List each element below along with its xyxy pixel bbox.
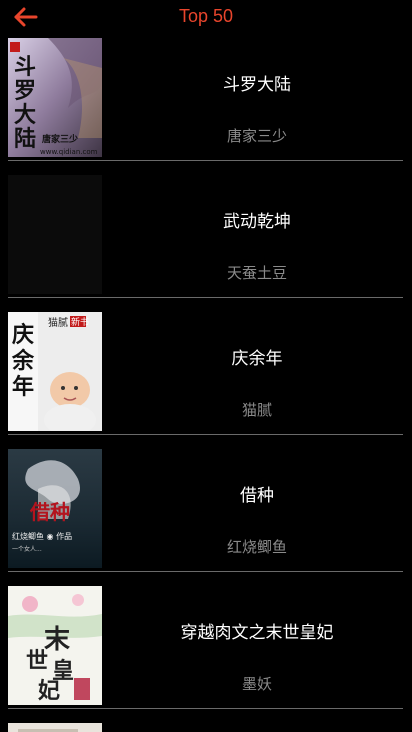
svg-text:罗: 罗 (14, 78, 36, 104)
book-cover-placeholder (8, 175, 102, 294)
book-row-partial[interactable] (0, 719, 412, 732)
book-row[interactable]: 庆 余 年 猫腻 新书 庆余年 猫腻 (0, 308, 412, 445)
app-screen: Top 50 斗 罗 大 陆 唐家三少 www.qidian.com 斗罗大陆 … (0, 0, 412, 732)
svg-text:新书: 新书 (71, 316, 89, 328)
svg-text:余: 余 (11, 348, 35, 374)
svg-text:大: 大 (14, 102, 36, 128)
svg-text:猫腻: 猫腻 (48, 316, 68, 329)
page-title: Top 50 (178, 6, 234, 26)
book-author: 红烧鲫鱼 (226, 538, 287, 556)
svg-text:借种: 借种 (29, 500, 70, 524)
book-list: 斗 罗 大 陆 唐家三少 www.qidian.com 斗罗大陆 唐家三少 武动… (0, 34, 412, 732)
book-title: 庆余年 (231, 349, 283, 369)
svg-text:年: 年 (12, 374, 34, 400)
svg-text:妃: 妃 (38, 678, 60, 704)
top-bar: Top 50 (0, 0, 412, 34)
book-cover (8, 723, 102, 732)
book-cover: 末 世 皇 妃 (8, 586, 102, 705)
divider (8, 297, 403, 298)
svg-text:庆: 庆 (12, 322, 34, 348)
book-row[interactable]: 借种 红烧鲫鱼 ◉ 作品 一个女人... 借种 红烧鲫鱼 (0, 445, 412, 582)
book-title: 穿越肉文之末世皇妃 (180, 623, 334, 643)
divider (8, 160, 403, 161)
divider (8, 571, 403, 572)
book-cover: 庆 余 年 猫腻 新书 (8, 312, 102, 431)
divider (8, 708, 403, 709)
book-row[interactable]: 末 世 皇 妃 穿越肉文之末世皇妃 墨妖 (0, 582, 412, 719)
svg-text:陆: 陆 (14, 126, 36, 152)
svg-text:斗: 斗 (14, 54, 36, 80)
svg-text:世: 世 (26, 648, 48, 674)
svg-text:www.qidian.com: www.qidian.com (40, 148, 98, 156)
book-title: 借种 (240, 486, 274, 506)
book-author: 墨妖 (241, 675, 272, 693)
book-cover: 斗 罗 大 陆 唐家三少 www.qidian.com (8, 38, 102, 157)
book-title: 武动乾坤 (223, 212, 291, 232)
book-title: 斗罗大陆 (223, 75, 291, 95)
svg-text:一个女人...: 一个女人... (12, 545, 42, 553)
book-row[interactable]: 武动乾坤 天蚕土豆 (0, 171, 412, 308)
svg-text:唐家三少: 唐家三少 (42, 133, 78, 145)
book-author: 唐家三少 (226, 127, 287, 145)
book-cover: 借种 红烧鲫鱼 ◉ 作品 一个女人... (8, 449, 102, 568)
svg-text:末: 末 (44, 625, 71, 655)
divider (8, 434, 403, 435)
book-author: 天蚕土豆 (226, 264, 287, 282)
svg-text:红烧鲫鱼 ◉ 作品: 红烧鲫鱼 ◉ 作品 (12, 531, 72, 541)
book-author: 猫腻 (241, 401, 272, 419)
book-row[interactable]: 斗 罗 大 陆 唐家三少 www.qidian.com 斗罗大陆 唐家三少 (0, 34, 412, 171)
